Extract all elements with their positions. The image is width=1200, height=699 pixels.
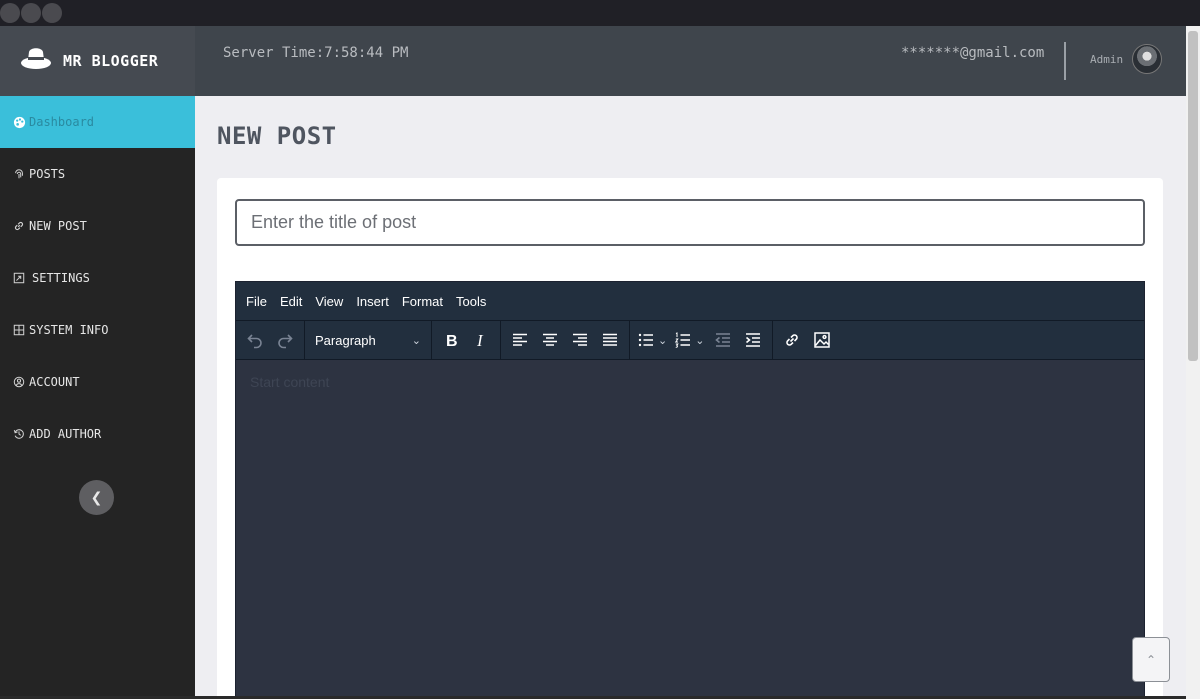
link-icon bbox=[12, 219, 26, 233]
brand[interactable]: MR BLOGGER bbox=[0, 26, 195, 96]
outdent-icon bbox=[715, 333, 731, 347]
post-form-card: File Edit View Insert Format Tools bbox=[217, 178, 1163, 699]
numbered-list-icon bbox=[675, 332, 691, 348]
chevron-down-icon: ⌄ bbox=[411, 334, 421, 347]
user-circle-icon bbox=[12, 375, 26, 389]
align-center-icon bbox=[543, 333, 557, 346]
align-left-icon bbox=[513, 333, 527, 346]
page-scrollbar[interactable] bbox=[1186, 26, 1200, 699]
outdent-button[interactable] bbox=[708, 325, 738, 355]
align-center-button[interactable] bbox=[535, 325, 565, 355]
editor-content-area[interactable]: Start content bbox=[236, 360, 1144, 699]
align-justify-button[interactable] bbox=[595, 325, 625, 355]
image-icon bbox=[814, 332, 831, 348]
italic-button[interactable]: I bbox=[466, 325, 496, 355]
undo-icon bbox=[247, 334, 262, 349]
block-format-select[interactable]: Paragraph ⌄ bbox=[309, 325, 427, 355]
rich-text-editor: File Edit View Insert Format Tools Parag… bbox=[235, 281, 1145, 699]
sidebar-item-add-author[interactable]: ADD AUTHOR bbox=[0, 408, 195, 460]
sidebar-item-dashboard[interactable]: Dashboard bbox=[0, 96, 195, 148]
menu-tools[interactable]: Tools bbox=[456, 294, 486, 309]
italic-icon: I bbox=[476, 331, 484, 349]
align-justify-icon bbox=[603, 333, 617, 346]
sidebar-item-label: NEW POST bbox=[29, 219, 87, 233]
sidebar-collapse-button[interactable]: ❮ bbox=[79, 480, 114, 515]
avatar[interactable] bbox=[1132, 44, 1162, 74]
sidebar-item-account[interactable]: ACCOUNT bbox=[0, 356, 195, 408]
sidebar-item-settings[interactable]: SETTINGS bbox=[0, 252, 195, 304]
menu-insert[interactable]: Insert bbox=[356, 294, 389, 309]
scroll-to-top-button[interactable]: ⌃ bbox=[1132, 637, 1170, 682]
window-close-button[interactable] bbox=[0, 3, 20, 23]
bold-button[interactable]: B bbox=[436, 325, 466, 355]
menu-view[interactable]: View bbox=[315, 294, 343, 309]
insert-link-button[interactable] bbox=[777, 325, 807, 355]
block-format-value: Paragraph bbox=[315, 332, 376, 348]
header-divider bbox=[1064, 42, 1066, 80]
sidebar-item-label: SYSTEM INFO bbox=[29, 323, 109, 337]
alignment-group bbox=[501, 320, 630, 360]
sidebar-item-label: POSTS bbox=[29, 167, 66, 181]
svg-text:B: B bbox=[446, 333, 458, 349]
redo-icon bbox=[278, 334, 293, 349]
server-time: Server Time:7:58:44 PM bbox=[223, 45, 409, 61]
numbered-list-button[interactable] bbox=[671, 325, 695, 355]
main-content: NEW POST File Edit View Insert Format To… bbox=[195, 96, 1186, 699]
text-style-group: B I bbox=[432, 320, 501, 360]
fingerprint-icon bbox=[12, 167, 26, 181]
history-icon bbox=[12, 427, 26, 441]
palette-icon bbox=[12, 115, 26, 129]
page-title: NEW POST bbox=[217, 122, 337, 150]
undo-button[interactable] bbox=[240, 325, 270, 355]
list-group: ⌄ ⌄ bbox=[630, 320, 774, 360]
align-right-button[interactable] bbox=[565, 325, 595, 355]
grid-icon bbox=[12, 323, 26, 337]
chevron-down-icon: ⌄ bbox=[695, 333, 705, 347]
indent-button[interactable] bbox=[738, 325, 768, 355]
editor-toolbar: Paragraph ⌄ B I ⌄ ⌄ bbox=[236, 320, 1144, 360]
menu-file[interactable]: File bbox=[246, 294, 267, 309]
user-email: *******@gmail.com bbox=[901, 45, 1045, 61]
sidebar: Dashboard POSTS NEW POST SETTINGS SYSTEM… bbox=[0, 96, 195, 699]
sidebar-item-label: Dashboard bbox=[29, 115, 95, 129]
chevron-left-icon: ❮ bbox=[90, 489, 103, 506]
content-placeholder: Start content bbox=[250, 374, 330, 390]
menu-edit[interactable]: Edit bbox=[280, 294, 302, 309]
align-left-button[interactable] bbox=[505, 325, 535, 355]
sidebar-item-new-post[interactable]: NEW POST bbox=[0, 200, 195, 252]
redo-button[interactable] bbox=[270, 325, 300, 355]
bullet-list-button[interactable] bbox=[634, 325, 658, 355]
insert-group bbox=[773, 321, 841, 360]
sidebar-item-posts[interactable]: POSTS bbox=[0, 148, 195, 200]
hat-logo-icon bbox=[21, 48, 51, 69]
insert-image-button[interactable] bbox=[807, 325, 837, 355]
bullet-list-split[interactable]: ⌄ bbox=[634, 325, 671, 355]
chevron-up-icon: ⌃ bbox=[1145, 652, 1157, 667]
align-right-icon bbox=[573, 333, 587, 346]
indent-icon bbox=[746, 333, 761, 347]
scrollbar-thumb[interactable] bbox=[1188, 31, 1198, 361]
bold-icon: B bbox=[446, 333, 458, 349]
window-maximize-button[interactable] bbox=[42, 3, 62, 23]
post-title-input[interactable] bbox=[235, 199, 1145, 246]
menu-format[interactable]: Format bbox=[402, 294, 443, 309]
bullet-list-icon bbox=[638, 333, 653, 347]
svg-text:I: I bbox=[476, 331, 484, 349]
user-role: Admin bbox=[1090, 53, 1124, 66]
sidebar-item-label: ADD AUTHOR bbox=[29, 427, 102, 441]
numbered-list-split[interactable]: ⌄ bbox=[671, 325, 708, 355]
block-format-group: Paragraph ⌄ bbox=[305, 320, 432, 360]
history-group bbox=[236, 320, 305, 360]
sidebar-item-label: ACCOUNT bbox=[29, 375, 80, 389]
sidebar-item-system-info[interactable]: SYSTEM INFO bbox=[0, 304, 195, 356]
chevron-down-icon: ⌄ bbox=[658, 333, 668, 347]
settings-icon bbox=[12, 271, 26, 285]
top-header: MR BLOGGER Server Time:7:58:44 PM ******… bbox=[0, 26, 1186, 96]
window-titlebar bbox=[0, 0, 1200, 26]
sidebar-item-label: SETTINGS bbox=[32, 271, 90, 285]
link-icon bbox=[786, 334, 799, 346]
window-minimize-button[interactable] bbox=[21, 3, 41, 23]
brand-name: MR BLOGGER bbox=[63, 52, 159, 70]
editor-menubar: File Edit View Insert Format Tools bbox=[236, 282, 1144, 321]
